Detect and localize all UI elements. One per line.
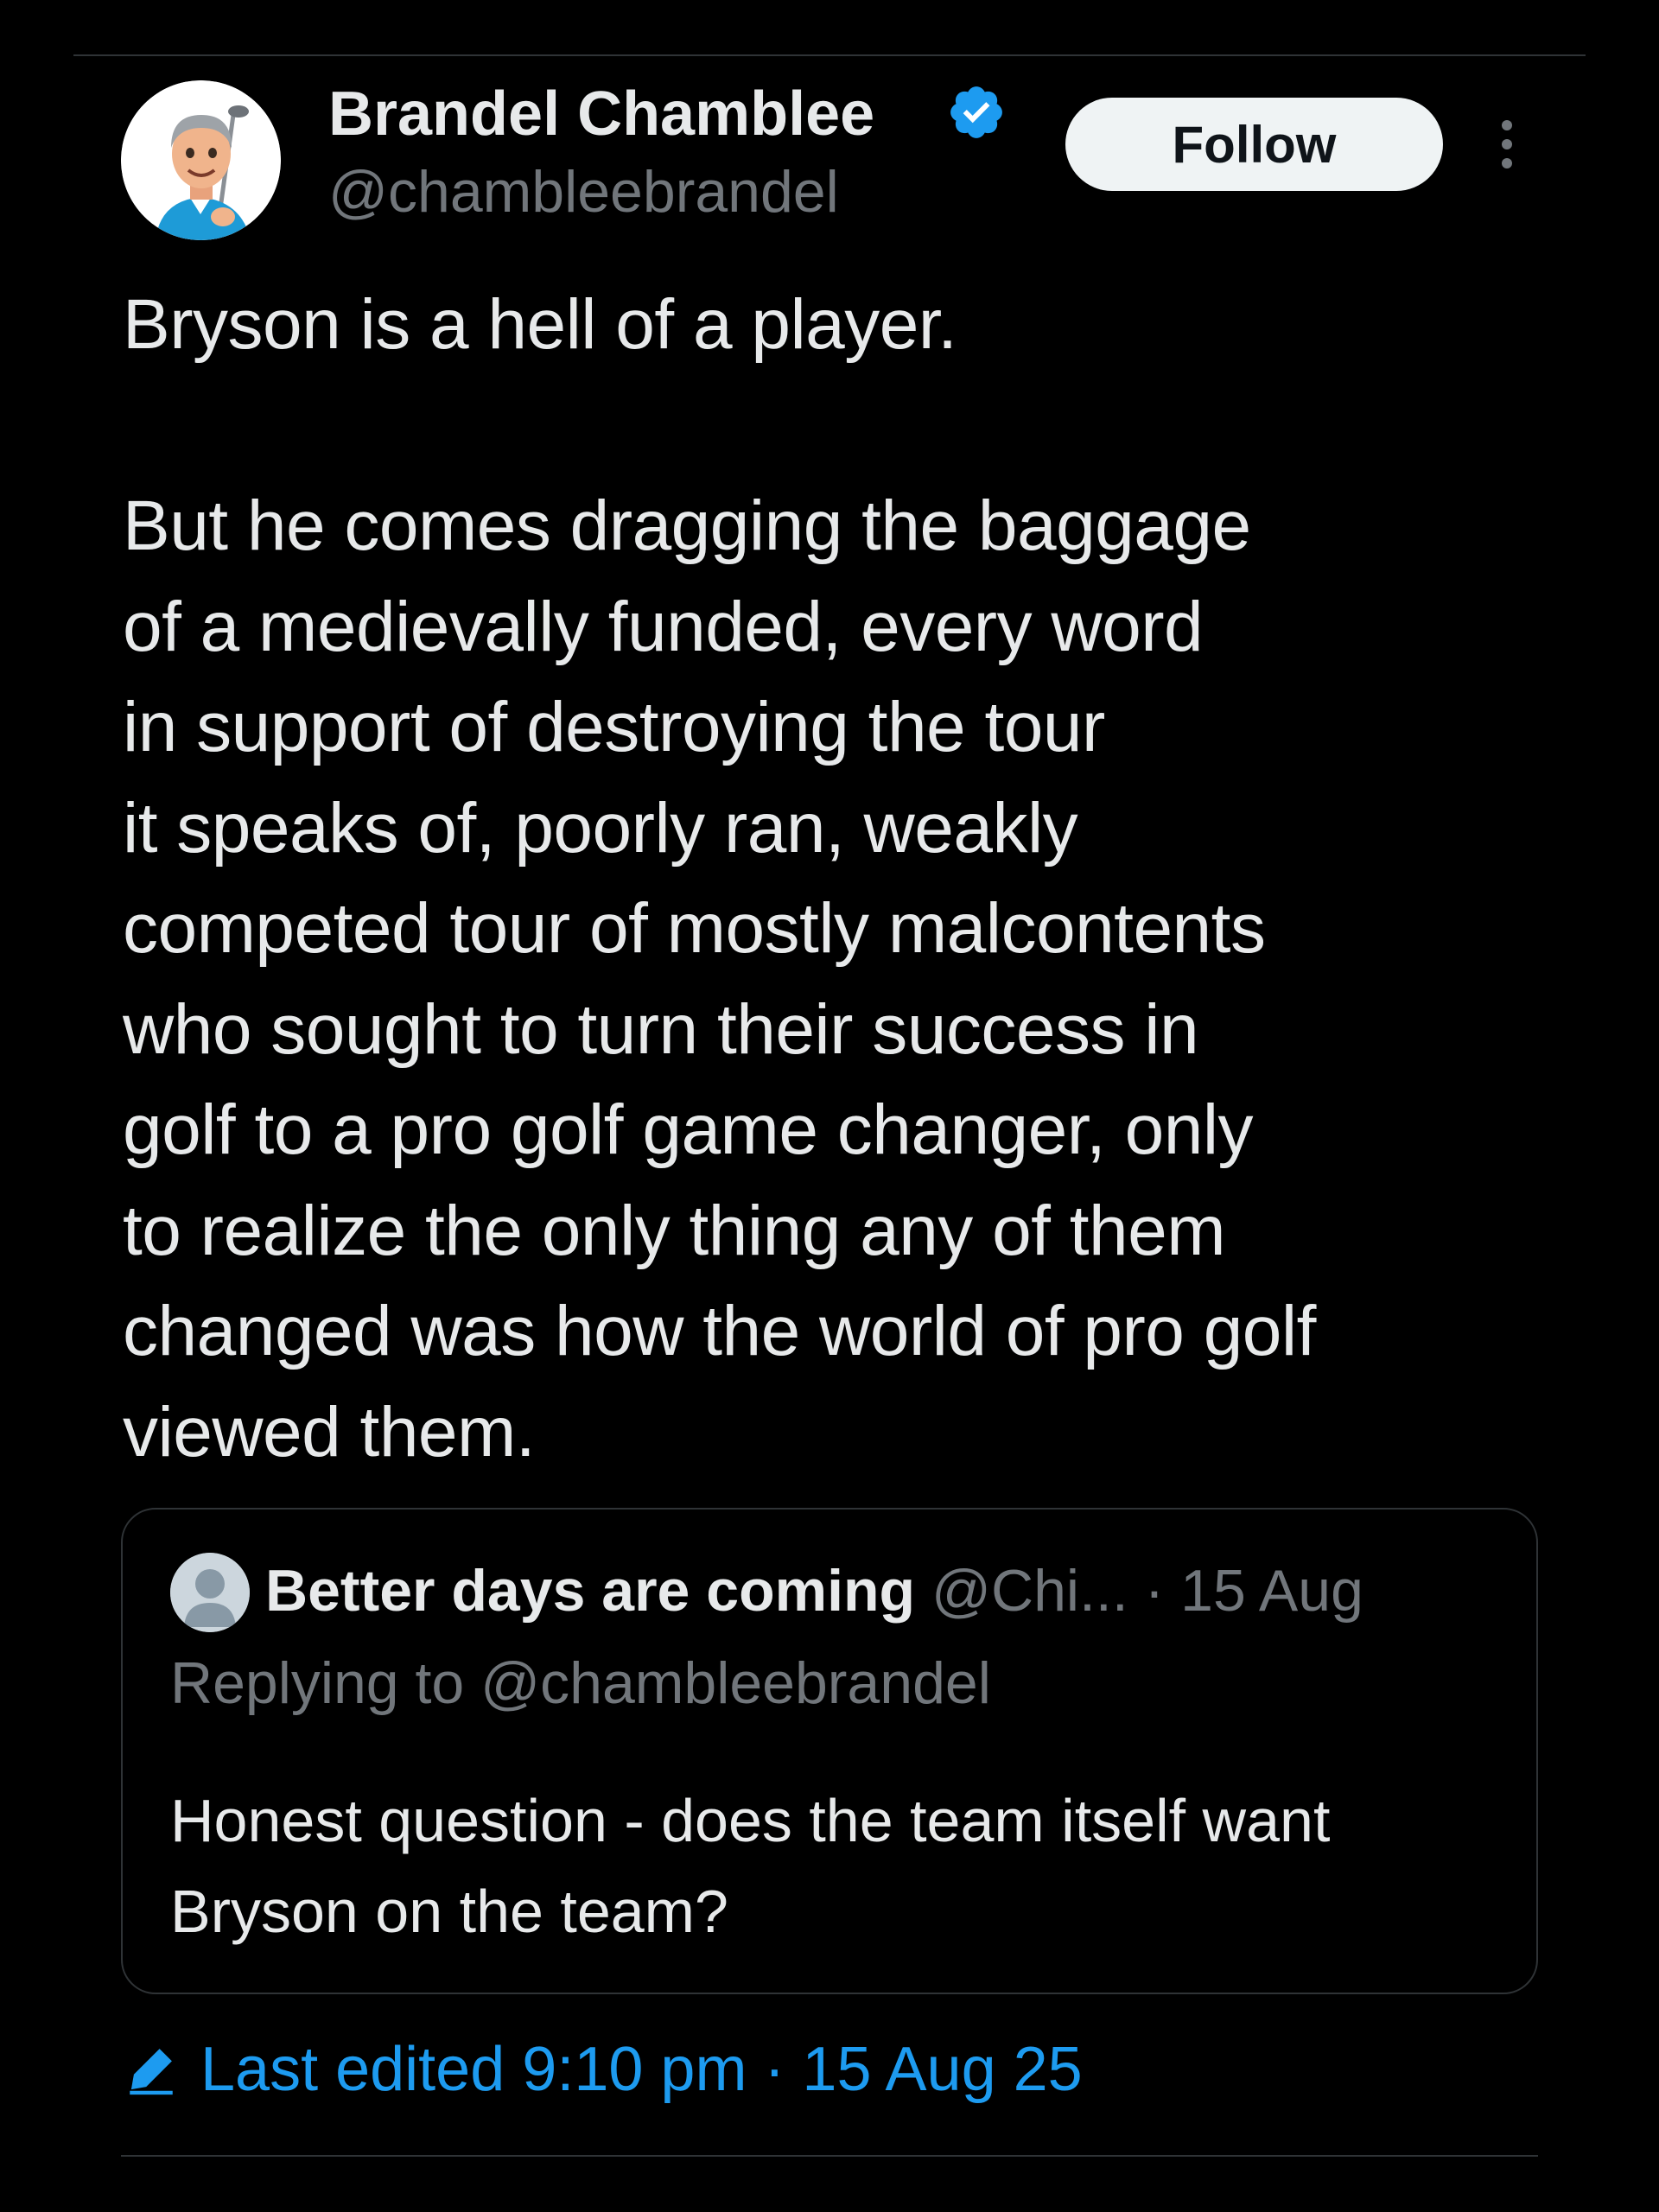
more-options-button[interactable] [1493, 117, 1521, 172]
vertical-dots-icon [1502, 120, 1512, 130]
quoted-date: 15 Aug [1180, 1558, 1363, 1624]
author-name[interactable]: Brandel Chamblee [328, 76, 874, 152]
quoted-author-handle: @Chi... [931, 1558, 1128, 1624]
replying-to-label: Replying to @chambleebrandel [170, 1650, 991, 1716]
quoted-tweet-card[interactable]: Better days are coming @Chi... · 15 Aug … [121, 1508, 1538, 1994]
quoted-tweet-text: Honest question - does the team itself w… [170, 1787, 1331, 1945]
last-edited-link[interactable]: Last edited 9:10 pm · 15 Aug 25 [123, 2026, 1083, 2113]
quoted-separator: · [1128, 1558, 1181, 1624]
quoted-tweet-header: Better days are coming @Chi... · 15 Aug [265, 1551, 1363, 1630]
last-edited-label: Last edited 9:10 pm · 15 Aug 25 [200, 2035, 1083, 2104]
pencil-icon [130, 2049, 173, 2095]
tweet-text: Bryson is a hell of a player. But he com… [123, 285, 1316, 1471]
default-avatar-icon [170, 1553, 250, 1632]
top-divider [73, 54, 1586, 56]
author-avatar[interactable] [121, 80, 281, 240]
memoji-golfer-icon [121, 80, 281, 240]
author-handle[interactable]: @chambleebrandel [328, 156, 839, 228]
quoted-author-name: Better days are coming [265, 1558, 916, 1624]
verified-badge-icon [950, 86, 1002, 138]
follow-button[interactable]: Follow [1065, 98, 1443, 191]
bottom-divider [121, 2155, 1538, 2157]
